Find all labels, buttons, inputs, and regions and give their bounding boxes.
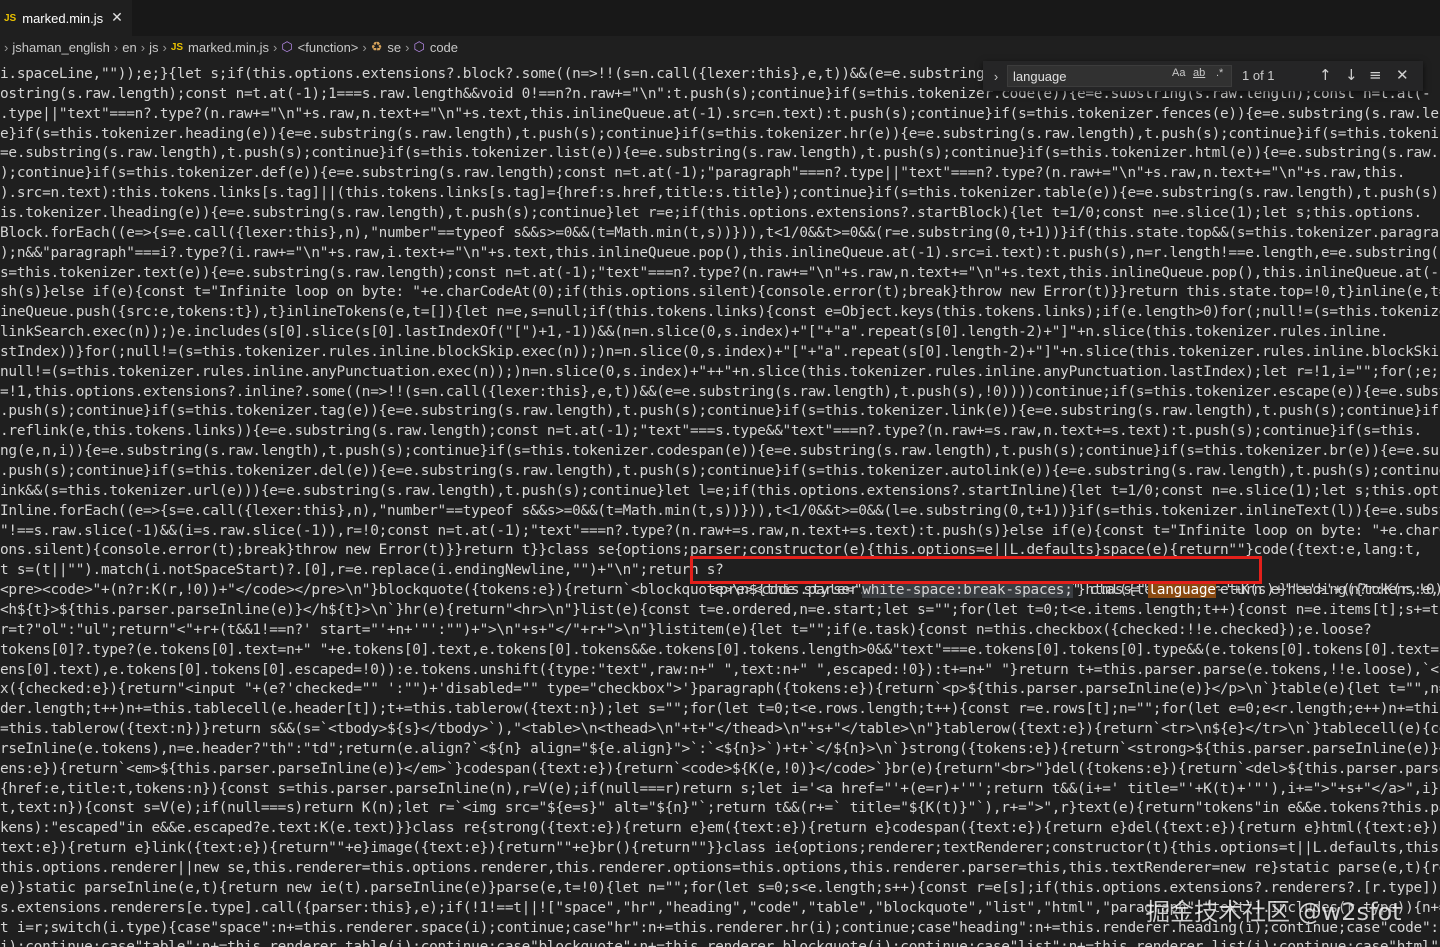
javascript-file-icon: JS xyxy=(170,41,184,53)
close-icon[interactable]: ✕ xyxy=(111,10,123,26)
code-line: ens:e}){return`<em>${this.parser.parseIn… xyxy=(0,760,1440,777)
code-line: this.options.renderer||new se,this.rende… xyxy=(0,860,1440,876)
breadcrumb: › jshaman_english › en › js › JS marked.… xyxy=(0,37,1440,57)
code-line: der.length;t++)n+=this.tablecell(e.heade… xyxy=(0,701,1440,718)
code-line: Block.forEach((e=>{s=e.call({lexer:this}… xyxy=(0,224,1440,241)
breadcrumb-function[interactable]: <function> xyxy=(298,40,359,55)
code-text: <pre><code style=" xyxy=(710,582,863,598)
code-line: x({checked:e}){return"<input "+(e?'check… xyxy=(0,681,1440,698)
breadcrumb-method-code[interactable]: code xyxy=(430,40,458,55)
code-line: .type||"text"===n?.type?(n.raw+="\n"+s.r… xyxy=(0,105,1440,122)
code-line: i);continue;case"table":n+=this.renderer… xyxy=(0,937,1440,947)
close-icon[interactable]: ✕ xyxy=(1396,66,1409,84)
breadcrumb-folder-en[interactable]: en xyxy=(122,40,136,55)
code-editor[interactable]: i.spaceLine,""));e;}{let s;if(this.optio… xyxy=(0,64,1440,947)
code-line: text:e}){return e}link({text:e}){return"… xyxy=(0,840,1440,857)
regex-icon[interactable]: .* xyxy=(1216,67,1223,79)
code-line: );continue}if(s=this.tokenizer.def(e)){e… xyxy=(0,165,1406,182)
code-line: sh(s)}else if(e){const t="Infinite loop … xyxy=(0,284,1440,301)
code-line: ink&&(s=this.tokenizer.url(e))){e=e.subs… xyxy=(0,482,1440,499)
code-line: tokens[0]?.type?(e.tokens[0].text=n+" "+… xyxy=(0,641,1440,658)
code-line: e}if(s=this.tokenizer.heading(e)){e=e.su… xyxy=(0,125,1440,142)
chevron-right-icon: › xyxy=(162,39,167,55)
chevron-right-icon: › xyxy=(140,39,146,55)
search-match: language xyxy=(1148,582,1216,598)
javascript-file-icon: JS xyxy=(4,12,17,24)
tab-filename: marked.min.js xyxy=(22,10,104,26)
code-line: stIndex))}for(;null!=(s=this.tokenizer.r… xyxy=(0,343,1440,360)
code-line: t,text:n}){const s=V(e);if(null===s)retu… xyxy=(0,800,1440,817)
code-text: +'>'+(n?r:K(r,!0))+"</ xyxy=(1299,582,1440,598)
code-line: t s=(t||"").match(i.notSpaceStart)?.[0],… xyxy=(0,562,724,579)
chevron-right-icon: › xyxy=(272,39,278,55)
code-line: <h${t}>${this.parser.parseInline(e)}</h$… xyxy=(0,601,1440,618)
match-count: 1 of 1 xyxy=(1242,68,1275,83)
previous-match-arrow-up-icon[interactable]: ↑ xyxy=(1319,66,1332,84)
code-line: {href:e,title:t,tokens:n}){const s=this.… xyxy=(0,780,1440,797)
whole-word-icon[interactable]: ab xyxy=(1193,67,1205,79)
tab-marked-min-js[interactable]: JS marked.min.js ✕ xyxy=(0,0,132,36)
breadcrumb-file[interactable]: marked.min.js xyxy=(188,40,269,55)
next-match-arrow-down-icon[interactable]: ↓ xyxy=(1345,66,1358,84)
annotation-red-box xyxy=(690,556,1262,584)
selected-text: white-space:break-spaces; xyxy=(862,582,1073,598)
code-line: ineQueue.push({src:e,tokens:t}),t}inline… xyxy=(0,304,1440,321)
breadcrumb-class-se[interactable]: se xyxy=(387,40,401,55)
code-line: =this.tablerow({text:n})}return s&&(s=`<… xyxy=(0,721,1440,738)
find-in-selection-icon[interactable]: ≡ xyxy=(1369,66,1382,84)
match-case-icon[interactable]: Aa xyxy=(1172,67,1185,79)
chevron-right-icon: › xyxy=(113,39,119,55)
code-line: =!1,this.options.extensions?.inline?.som… xyxy=(0,383,1440,400)
code-line: linkSearch.exec(n));)e.includes(s[0].sli… xyxy=(0,324,1389,341)
tab-bar: JS marked.min.js ✕ xyxy=(0,0,1440,36)
code-line: i.spaceLine,""));e;}{let s;if(this.optio… xyxy=(0,66,1044,82)
code-text: " class=" xyxy=(1072,582,1149,598)
find-widget: › language Aa ab .* 1 of 1 ↑ ↓ ≡ ✕ xyxy=(983,61,1423,91)
code-line: kens):"escaped"in e&&e.escaped?e.text:K(… xyxy=(0,820,1439,837)
code-line: .push(s);continue}if(s=this.tokenizer.de… xyxy=(0,463,1440,479)
code-line: is.tokenizer.lheading(e)){e=e.substring(… xyxy=(0,204,1422,221)
code-line: "!==s.raw.slice(-1)&&(i=s.raw.slice(-1))… xyxy=(0,522,1440,539)
code-line: ).src=n.text):this.tokens.links[s.tag]||… xyxy=(0,185,1440,202)
code-text: -'+K(s)+'" xyxy=(1215,582,1300,598)
class-symbol-icon: ♻ xyxy=(370,39,383,54)
watermark: 掘金技术社区 @w2sfot xyxy=(1146,898,1402,926)
chevron-right-icon: › xyxy=(405,39,410,55)
code-line: s=this.tokenizer.text(e)){e=e.substring(… xyxy=(0,264,1440,281)
chevron-right-icon: › xyxy=(4,39,9,55)
code-line: );n&&"paragraph"===i?.type?(i.raw+="\n"+… xyxy=(0,244,1440,261)
breadcrumb-folder-js[interactable]: js xyxy=(149,40,158,55)
code-line: null!=(s=this.tokenizer.rules.inline.any… xyxy=(0,363,1440,380)
function-symbol-icon: ⬡ xyxy=(281,39,293,54)
code-line: .reflink(e,this.tokens.links)){e=e.subst… xyxy=(0,423,1422,440)
breadcrumb-folder-jshaman[interactable]: jshaman_english xyxy=(12,40,110,55)
method-symbol-icon: ⬡ xyxy=(413,39,425,54)
code-line: =e.substring(s.raw.length),t.push(s);con… xyxy=(0,145,1439,162)
code-line: .push(s);continue}if(s=this.tokenizer.ta… xyxy=(0,403,1439,420)
code-line: rseInline(e.tokens),n=e.header?"th":"td"… xyxy=(0,740,1440,757)
code-line: ng(e,n,i)){e=e.substring(s.raw.length),t… xyxy=(0,443,1440,460)
find-input-value: language xyxy=(1013,68,1067,84)
chevron-right-icon: › xyxy=(362,39,367,55)
code-line: Inline.forEach((e=>{s=e.call({lexer:this… xyxy=(0,502,1440,519)
code-line: ens[0].text),e.tokens[0].tokens[0].escap… xyxy=(0,661,1440,678)
code-line: r=t?"ol":"ul";return"<"+r+(t&&1!==n?' st… xyxy=(0,621,1372,638)
toggle-replace-chevron-icon[interactable]: › xyxy=(989,69,1003,84)
